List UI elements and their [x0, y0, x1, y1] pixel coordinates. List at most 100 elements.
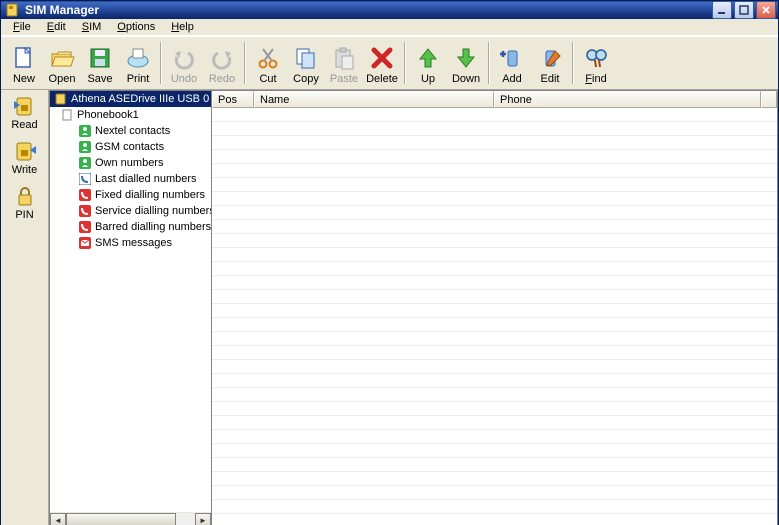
redo-button[interactable]: Redo — [203, 39, 241, 87]
paste-button[interactable]: Paste — [325, 39, 363, 87]
phone-blue-icon — [78, 172, 92, 186]
scroll-left-button[interactable]: ◄ — [50, 513, 66, 525]
menu-edit[interactable]: Edit — [39, 19, 74, 35]
new-button[interactable]: New — [5, 39, 43, 87]
list-row[interactable] — [212, 248, 777, 262]
add-button[interactable]: Add — [493, 39, 531, 87]
list-row[interactable] — [212, 388, 777, 402]
list-row[interactable] — [212, 192, 777, 206]
minimize-button[interactable] — [712, 1, 732, 19]
read-button[interactable]: Read — [5, 94, 45, 131]
list-row[interactable] — [212, 402, 777, 416]
list-row[interactable] — [212, 318, 777, 332]
client-area: Read Write PIN Athena ASEDrive IIIe USB … — [1, 90, 778, 525]
list-row[interactable] — [212, 472, 777, 486]
open-button[interactable]: Open — [43, 39, 81, 87]
list-row[interactable] — [212, 332, 777, 346]
edit-icon — [536, 44, 564, 72]
tree-item[interactable]: Own numbers — [50, 155, 211, 171]
list-row[interactable] — [212, 500, 777, 514]
open-icon — [48, 44, 76, 72]
contacts-green-icon — [78, 156, 92, 170]
tree-pane: Athena ASEDrive IIIe USB 0 Phonebook1 Ne… — [49, 90, 212, 525]
list-row[interactable] — [212, 262, 777, 276]
menu-options[interactable]: Options — [109, 19, 163, 35]
add-icon — [498, 44, 526, 72]
scroll-thumb[interactable] — [66, 513, 176, 525]
print-button[interactable]: Print — [119, 39, 157, 87]
list-row[interactable] — [212, 276, 777, 290]
maximize-button[interactable] — [734, 1, 754, 19]
list-row[interactable] — [212, 458, 777, 472]
tree-item[interactable]: Service dialling numbers — [50, 203, 211, 219]
menu-file[interactable]: File — [5, 19, 39, 35]
cut-button[interactable]: Cut — [249, 39, 287, 87]
list-row[interactable] — [212, 220, 777, 234]
list-header: Pos Name Phone — [212, 91, 777, 108]
list-row[interactable] — [212, 136, 777, 150]
scroll-track[interactable] — [66, 513, 195, 525]
tree-phonebook[interactable]: Phonebook1 — [50, 107, 211, 123]
up-button[interactable]: Up — [409, 39, 447, 87]
tree-item[interactable]: Nextel contacts — [50, 123, 211, 139]
tree-item[interactable]: GSM contacts — [50, 139, 211, 155]
main-area: Athena ASEDrive IIIe USB 0 Phonebook1 Ne… — [49, 90, 778, 525]
tree-view[interactable]: Athena ASEDrive IIIe USB 0 Phonebook1 Ne… — [50, 91, 211, 512]
list-body[interactable] — [212, 108, 777, 525]
toolbar-separator — [244, 42, 246, 84]
lock-icon — [11, 184, 39, 208]
column-phone[interactable]: Phone — [494, 91, 761, 108]
column-spacer — [761, 91, 777, 108]
list-row[interactable] — [212, 346, 777, 360]
list-row[interactable] — [212, 290, 777, 304]
document-icon — [60, 108, 74, 122]
toolbar-separator — [572, 42, 574, 84]
edit-button[interactable]: Edit — [531, 39, 569, 87]
copy-button[interactable]: Copy — [287, 39, 325, 87]
find-button[interactable]: Find — [577, 39, 615, 87]
scroll-right-button[interactable]: ► — [195, 513, 211, 525]
menu-sim[interactable]: SIM — [74, 19, 110, 35]
tree-root[interactable]: Athena ASEDrive IIIe USB 0 — [50, 91, 211, 107]
list-row[interactable] — [212, 108, 777, 122]
column-pos[interactable]: Pos — [212, 91, 254, 108]
list-row[interactable] — [212, 164, 777, 178]
sim-icon — [54, 92, 68, 106]
tree-item[interactable]: Barred dialling numbers — [50, 219, 211, 235]
save-button[interactable]: Save — [81, 39, 119, 87]
list-row[interactable] — [212, 122, 777, 136]
sim-write-icon — [11, 139, 39, 163]
list-row[interactable] — [212, 234, 777, 248]
toolbar: New Open Save Print Undo Redo Cut — [1, 36, 778, 90]
tree-item[interactable]: Fixed dialling numbers — [50, 187, 211, 203]
tree-hscrollbar[interactable]: ◄ ► — [50, 512, 211, 525]
undo-button[interactable]: Undo — [165, 39, 203, 87]
tree-item[interactable]: Last dialled numbers — [50, 171, 211, 187]
list-row[interactable] — [212, 206, 777, 220]
list-row[interactable] — [212, 430, 777, 444]
column-name[interactable]: Name — [254, 91, 494, 108]
list-row[interactable] — [212, 514, 777, 525]
list-row[interactable] — [212, 304, 777, 318]
app-window: SIM Manager File Edit SIM Options Help N… — [0, 0, 779, 525]
menu-help[interactable]: Help — [163, 19, 202, 35]
down-button[interactable]: Down — [447, 39, 485, 87]
delete-icon — [368, 44, 396, 72]
close-button[interactable] — [756, 1, 776, 19]
list-row[interactable] — [212, 444, 777, 458]
list-row[interactable] — [212, 150, 777, 164]
list-row[interactable] — [212, 178, 777, 192]
sms-icon — [78, 236, 92, 250]
tree-item[interactable]: SMS messages — [50, 235, 211, 251]
find-icon — [582, 44, 610, 72]
list-row[interactable] — [212, 486, 777, 500]
list-row[interactable] — [212, 374, 777, 388]
write-button[interactable]: Write — [5, 139, 45, 176]
list-row[interactable] — [212, 416, 777, 430]
delete-button[interactable]: Delete — [363, 39, 401, 87]
pin-button[interactable]: PIN — [5, 184, 45, 221]
sim-read-icon — [11, 94, 39, 118]
list-row[interactable] — [212, 360, 777, 374]
copy-icon — [292, 44, 320, 72]
down-icon — [452, 44, 480, 72]
